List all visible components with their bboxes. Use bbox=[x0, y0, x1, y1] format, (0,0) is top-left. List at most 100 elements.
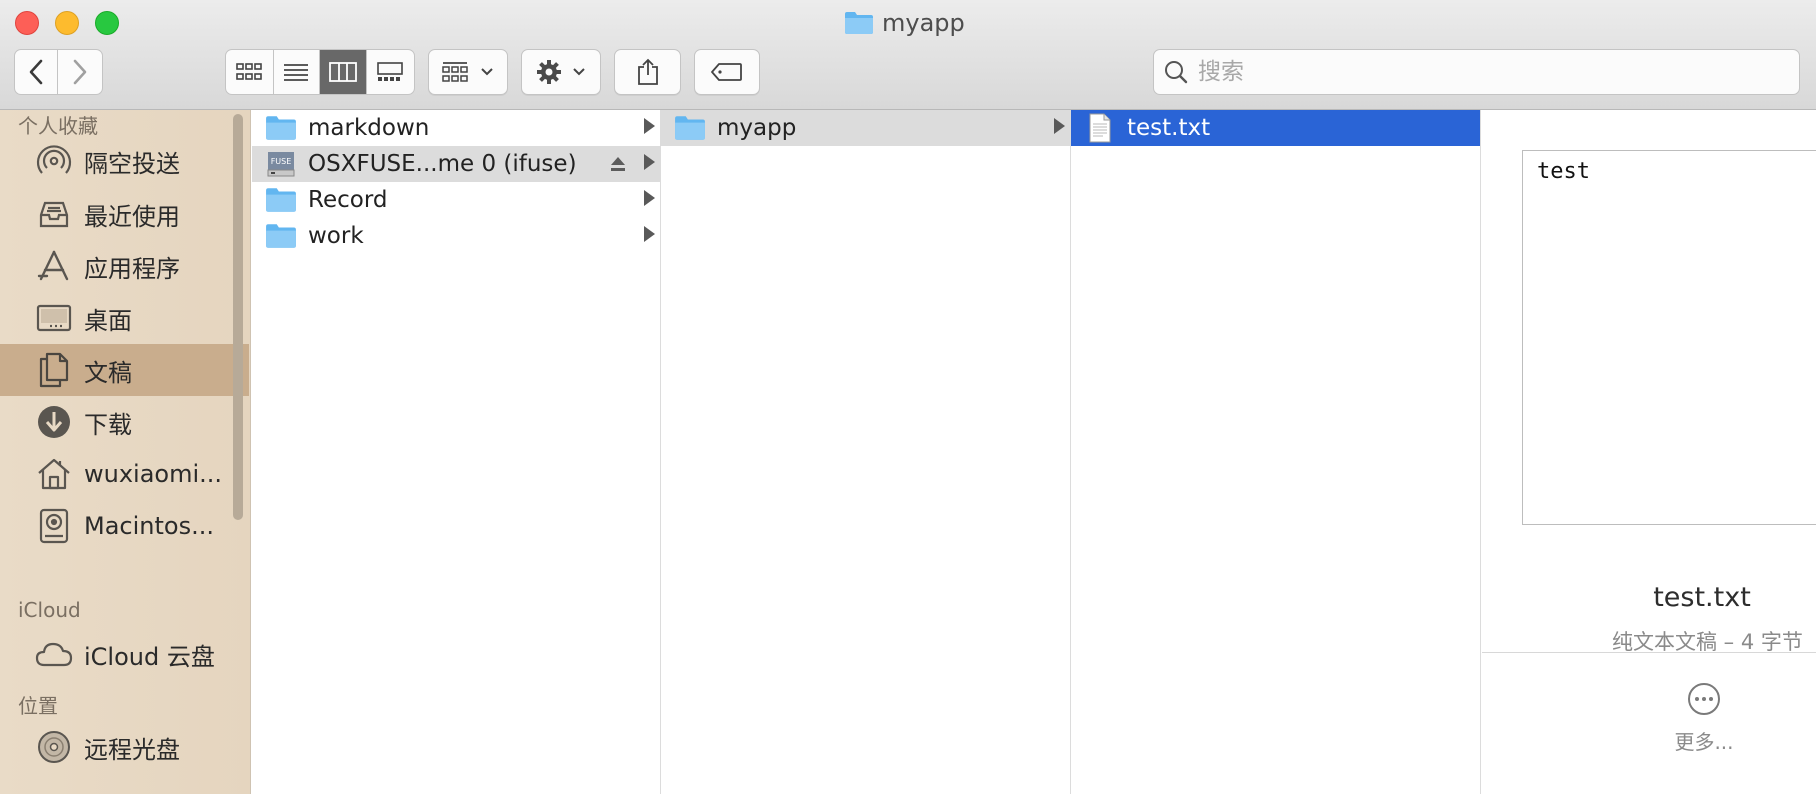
sidebar-item-home[interactable]: wuxiaomi... bbox=[0, 448, 249, 500]
search-icon bbox=[1165, 61, 1188, 84]
more-label: 更多... bbox=[1674, 730, 1734, 754]
search-input[interactable] bbox=[1198, 59, 1758, 85]
list-item-label: OSXFUSE...me 0 (ifuse) bbox=[308, 151, 577, 177]
action-menu-button[interactable] bbox=[521, 49, 601, 95]
chevron-right-icon bbox=[73, 59, 87, 85]
gear-icon bbox=[537, 60, 561, 84]
list-view-icon bbox=[284, 64, 309, 81]
eject-icon[interactable] bbox=[609, 155, 627, 173]
folder-icon bbox=[264, 221, 298, 251]
list-item-record[interactable]: Record bbox=[252, 182, 660, 218]
chevron-down-icon bbox=[481, 68, 493, 76]
share-icon bbox=[637, 58, 658, 85]
list-view-button[interactable] bbox=[274, 50, 321, 94]
list-item-markdown[interactable]: markdown bbox=[252, 110, 660, 146]
sidebar-item-label: 隔空投送 bbox=[84, 149, 180, 178]
hard-disk-icon bbox=[34, 506, 74, 546]
home-icon bbox=[34, 454, 74, 494]
preview-file-name: test.txt bbox=[1653, 582, 1751, 613]
folder-icon bbox=[844, 11, 874, 35]
sidebar-header-locations: 位置 bbox=[18, 694, 58, 718]
sidebar-item-label: wuxiaomi... bbox=[84, 460, 223, 488]
disclosure-arrow-icon bbox=[644, 154, 655, 170]
sidebar-item-desktop[interactable]: 桌面 bbox=[0, 292, 249, 344]
sidebar-item-label: 远程光盘 bbox=[84, 735, 180, 764]
browser-column-1: markdown FUSE OSXFUSE...me 0 (ifuse) Rec… bbox=[252, 110, 661, 794]
nav-buttons bbox=[14, 49, 103, 95]
list-item-osxfuse-volume[interactable]: FUSE OSXFUSE...me 0 (ifuse) bbox=[252, 146, 660, 182]
airdrop-icon bbox=[34, 141, 74, 181]
finder-window: myapp 搜索 个人收藏 隔空投送 最近使用 应用程序 桌面 文稿 下载 wu… bbox=[0, 0, 1816, 794]
disclosure-arrow-icon bbox=[644, 190, 655, 206]
sidebar: 个人收藏 隔空投送 最近使用 应用程序 桌面 文稿 下载 wuxiaomi...… bbox=[0, 110, 251, 794]
ellipsis-circle-icon bbox=[1688, 683, 1720, 715]
sidebar-item-label: 桌面 bbox=[84, 306, 132, 335]
applications-icon bbox=[34, 246, 74, 286]
back-button[interactable] bbox=[15, 50, 59, 94]
sidebar-item-label: Macintos... bbox=[84, 512, 214, 540]
list-item-label: Record bbox=[308, 187, 388, 213]
disclosure-arrow-icon bbox=[1054, 118, 1065, 134]
sidebar-item-documents[interactable]: 文稿 bbox=[0, 344, 249, 396]
sidebar-item-label: 应用程序 bbox=[84, 254, 180, 283]
column-view-button[interactable] bbox=[320, 50, 367, 94]
sidebar-item-recents[interactable]: 最近使用 bbox=[0, 188, 249, 240]
icon-view-icon bbox=[236, 63, 263, 80]
window-title-text: myapp bbox=[882, 9, 965, 37]
view-mode-control bbox=[225, 49, 415, 95]
sidebar-item-label: 文稿 bbox=[84, 358, 132, 387]
disclosure-arrow-icon bbox=[644, 226, 655, 242]
list-item-label: myapp bbox=[717, 115, 797, 141]
search-field[interactable] bbox=[1153, 49, 1800, 95]
window-title: myapp bbox=[844, 8, 965, 38]
documents-icon bbox=[34, 350, 74, 390]
cloud-icon bbox=[34, 634, 74, 674]
folder-icon bbox=[264, 185, 298, 215]
sidebar-item-airdrop[interactable]: 隔空投送 bbox=[0, 135, 249, 187]
sidebar-scrollbar[interactable] bbox=[233, 114, 243, 520]
zoom-window-button[interactable] bbox=[95, 11, 119, 35]
folder-icon bbox=[673, 113, 707, 143]
preview-text: test bbox=[1537, 159, 1590, 184]
sidebar-item-applications[interactable]: 应用程序 bbox=[0, 240, 249, 292]
sidebar-item-downloads[interactable]: 下载 bbox=[0, 396, 249, 448]
recents-icon bbox=[34, 194, 74, 234]
browser-column-3: test.txt bbox=[1071, 110, 1481, 794]
list-item-label: test.txt bbox=[1127, 115, 1211, 141]
text-file-icon bbox=[1083, 113, 1117, 143]
sidebar-item-icloud-drive[interactable]: iCloud 云盘 bbox=[0, 628, 249, 680]
tag-icon bbox=[711, 63, 742, 81]
tags-button[interactable] bbox=[694, 49, 760, 95]
sidebar-item-label: 下载 bbox=[84, 410, 132, 439]
group-by-button[interactable] bbox=[428, 49, 508, 95]
list-item-label: work bbox=[308, 223, 364, 249]
folder-icon bbox=[264, 113, 298, 143]
chevron-left-icon bbox=[29, 59, 43, 85]
list-item-myapp[interactable]: myapp bbox=[661, 110, 1070, 146]
list-item-label: markdown bbox=[308, 115, 430, 141]
icon-view-button[interactable] bbox=[226, 50, 274, 94]
share-button[interactable] bbox=[614, 49, 681, 95]
sidebar-header-icloud: iCloud bbox=[18, 598, 81, 622]
browser-column-2: myapp bbox=[661, 110, 1071, 794]
file-preview-thumbnail: test bbox=[1522, 150, 1816, 525]
group-by-icon bbox=[442, 62, 468, 82]
sidebar-item-macintosh-hd[interactable]: Macintos... bbox=[0, 500, 249, 552]
minimize-window-button[interactable] bbox=[55, 11, 79, 35]
more-button[interactable]: 更多... bbox=[1652, 682, 1756, 755]
sidebar-item-label: 最近使用 bbox=[84, 202, 180, 231]
fuse-volume-icon: FUSE bbox=[264, 149, 298, 179]
column-view-icon bbox=[328, 62, 357, 82]
close-window-button[interactable] bbox=[15, 11, 39, 35]
list-item-test-txt[interactable]: test.txt bbox=[1071, 110, 1480, 146]
downloads-icon bbox=[34, 402, 74, 442]
list-item-work[interactable]: work bbox=[252, 218, 660, 254]
forward-button[interactable] bbox=[58, 50, 102, 94]
sidebar-item-label: iCloud 云盘 bbox=[84, 642, 215, 671]
gallery-view-button[interactable] bbox=[367, 50, 414, 94]
preview-divider bbox=[1482, 652, 1816, 653]
desktop-icon bbox=[34, 298, 74, 338]
sidebar-item-remote-disc[interactable]: 远程光盘 bbox=[0, 721, 249, 773]
chevron-down-icon bbox=[573, 68, 585, 76]
disclosure-arrow-icon bbox=[644, 118, 655, 134]
